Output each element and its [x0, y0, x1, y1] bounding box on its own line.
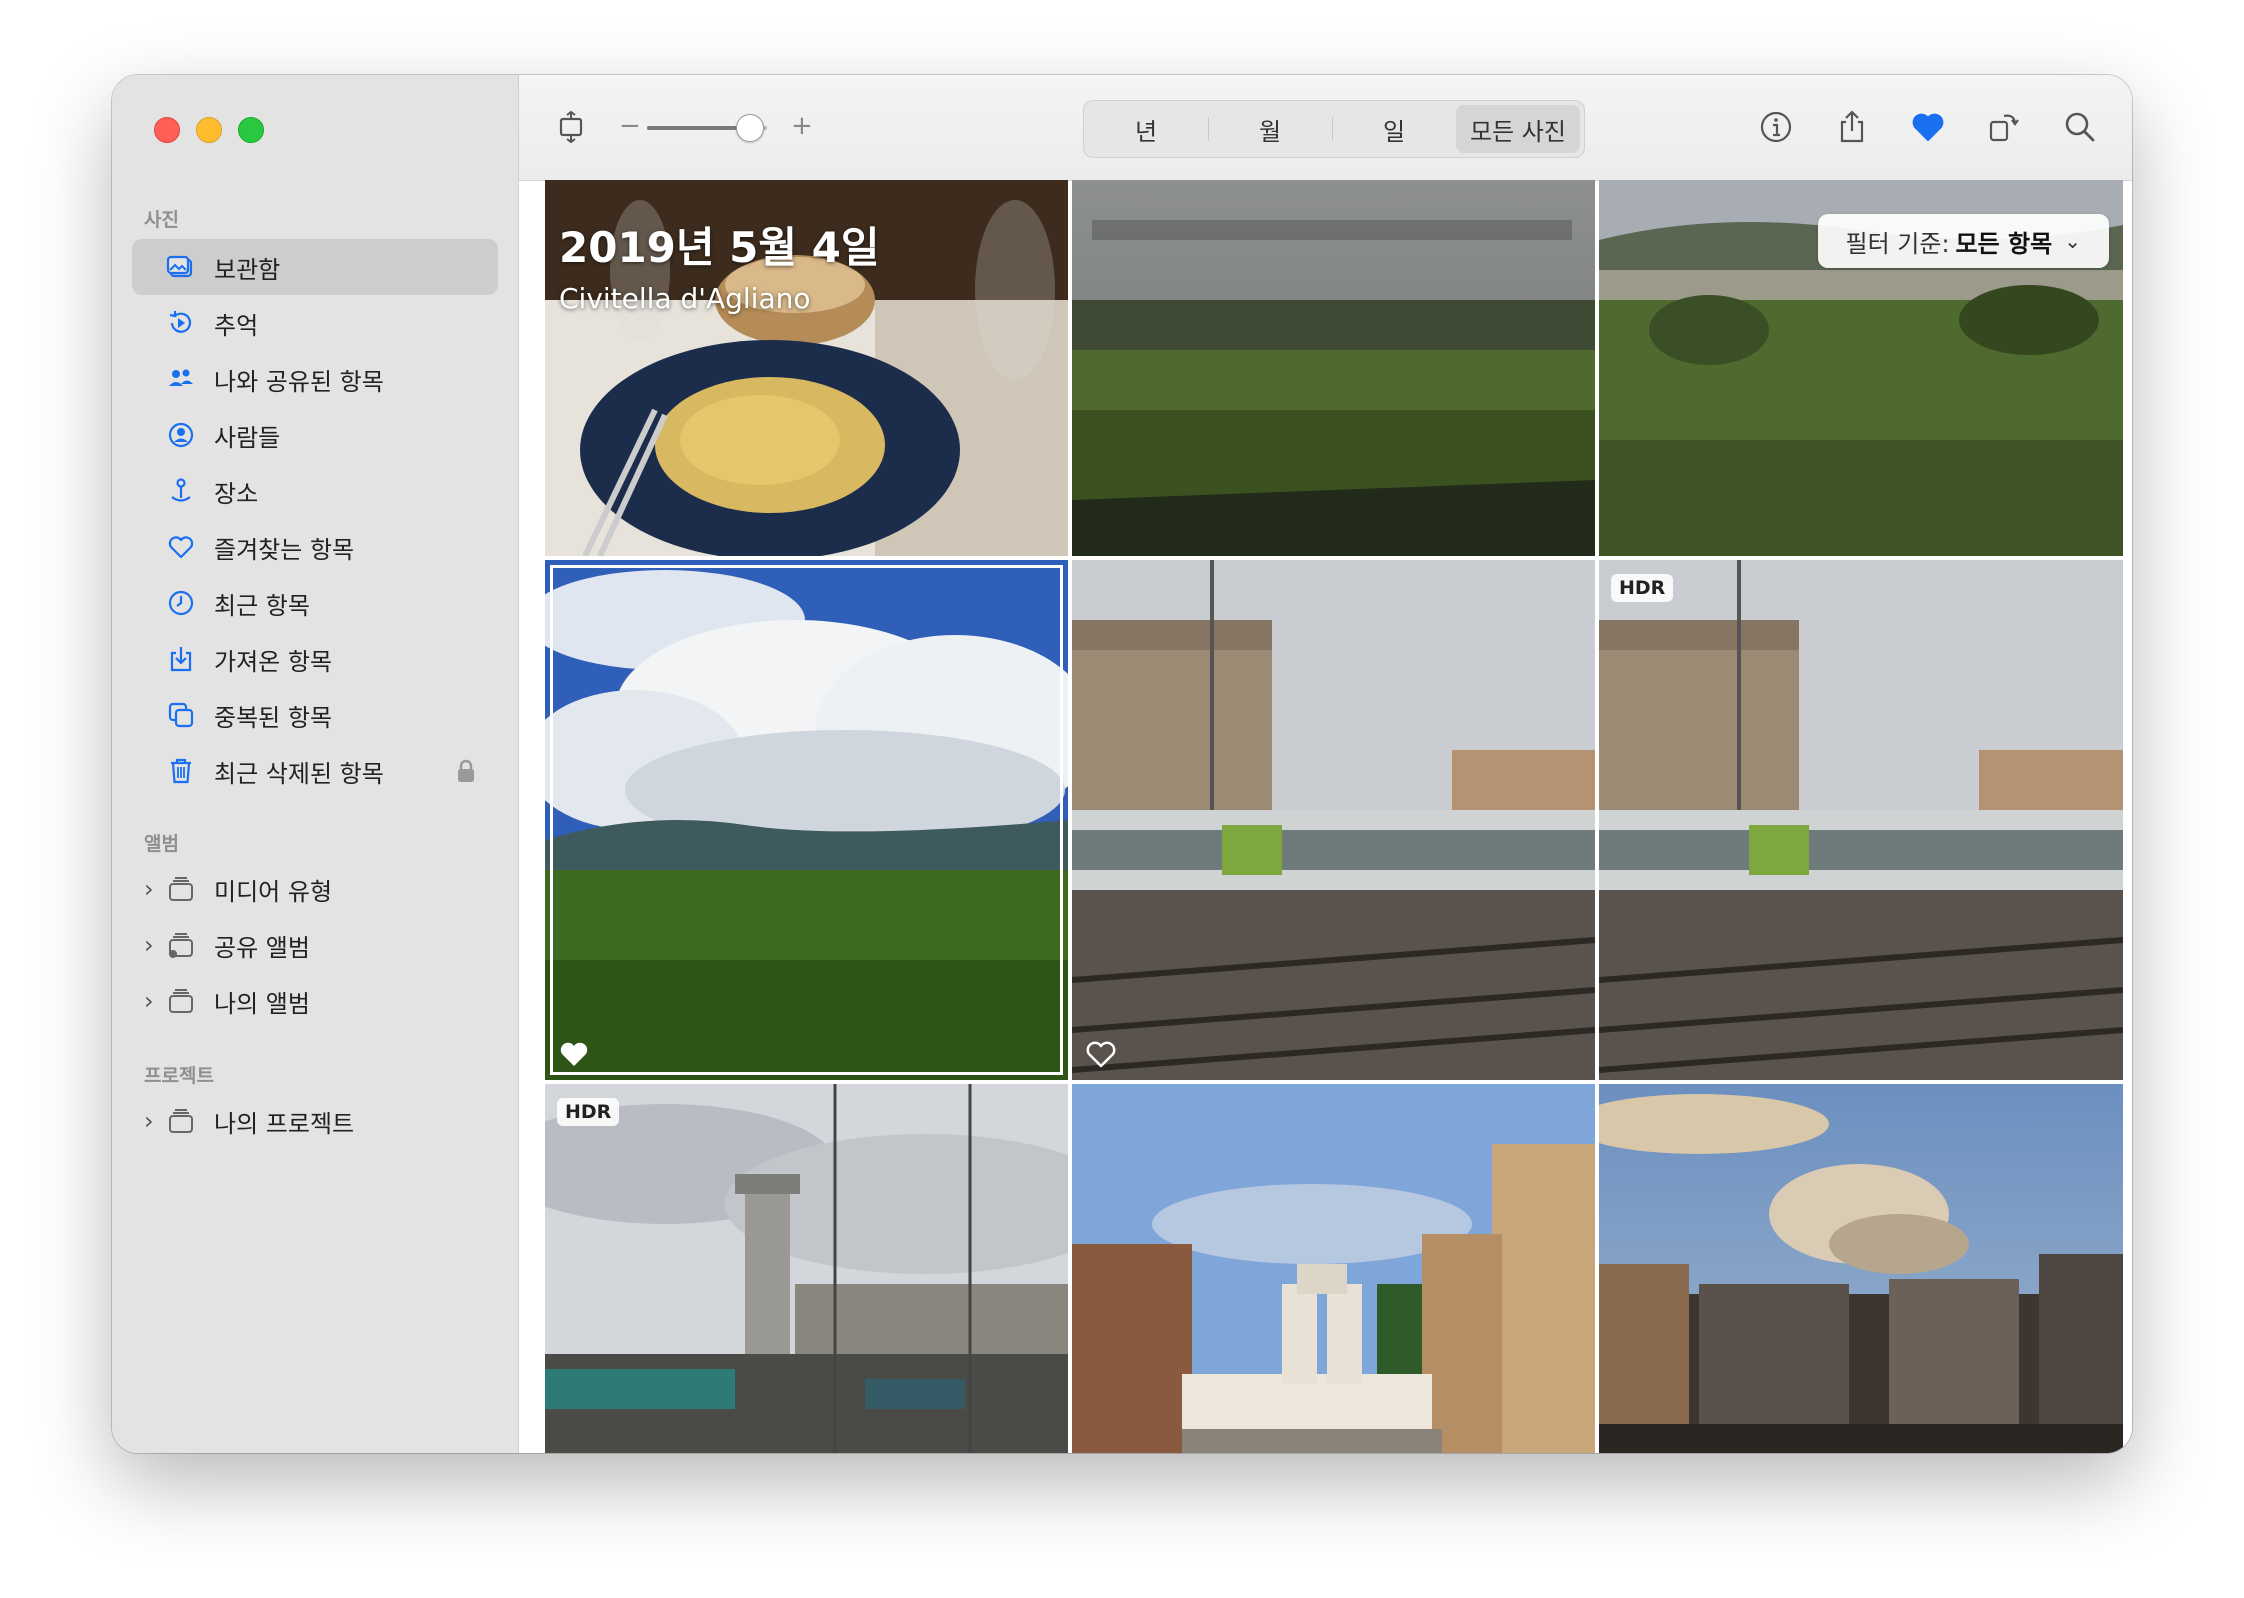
filter-dropdown[interactable]: 필터 기준: 모든 항목 ⌄ [1817, 214, 2109, 268]
album-stack-icon [164, 984, 198, 1018]
view-segmented-control: 년 월 일 모든 사진 [1083, 100, 1585, 158]
share-icon[interactable] [1830, 105, 1874, 149]
sidebar-item-label: 사람들 [214, 423, 281, 452]
close-button[interactable] [154, 117, 180, 143]
photo-train-window-field [1072, 180, 1595, 556]
sidebar-item-label: 공유 앨범 [214, 933, 310, 962]
shared-album-icon [164, 928, 198, 962]
sidebar-item-library[interactable]: 보관함 [132, 239, 498, 295]
date-title: 2019년 5월 4일 [559, 223, 880, 272]
duplicates-icon [164, 698, 198, 732]
toolbar: − + 년 월 일 모든 사진 [519, 75, 2132, 181]
traffic-lights [154, 117, 264, 143]
recents-clock-icon [164, 586, 198, 620]
sidebar-item-label: 나의 프로젝트 [214, 1109, 355, 1138]
sidebar-item-label: 미디어 유형 [214, 877, 333, 906]
zoom-button[interactable] [238, 117, 264, 143]
photo-thumbnail[interactable] [1072, 180, 1595, 556]
photo-thumbnail[interactable] [1072, 560, 1595, 1080]
zoom-in-button[interactable]: + [791, 111, 813, 141]
sidebar-item-label: 중복된 항목 [214, 703, 333, 732]
zoom-out-button[interactable]: − [619, 111, 641, 141]
sidebar-item-places[interactable]: 장소 [132, 463, 498, 519]
sidebar-item-recents[interactable]: 최근 항목 [132, 575, 498, 631]
chevron-right-icon[interactable]: › [144, 875, 154, 903]
photo-thumbnail-selected[interactable] [545, 560, 1068, 1080]
sidebar-item-label: 장소 [214, 479, 259, 508]
tab-all-photos[interactable]: 모든 사진 [1456, 105, 1580, 153]
imports-icon [164, 642, 198, 676]
sidebar-item-label: 최근 삭제된 항목 [214, 759, 384, 788]
aspect-ratio-toggle-icon[interactable] [549, 105, 593, 149]
sidebar-item-people[interactable]: 사람들 [132, 407, 498, 463]
sidebar-item-label: 보관함 [214, 255, 281, 284]
chevron-right-icon[interactable]: › [144, 987, 154, 1015]
lock-icon [458, 759, 474, 782]
sidebar-item-duplicates[interactable]: 중복된 항목 [132, 687, 498, 743]
photo-spanish-steps [1072, 1084, 1595, 1453]
sidebar-item-favorites[interactable]: 즐겨찾는 항목 [132, 519, 498, 575]
favorites-heart-icon [164, 530, 198, 564]
sidebar-item-my-projects[interactable]: › 나의 프로젝트 [132, 1093, 498, 1149]
tab-days[interactable]: 일 [1332, 105, 1456, 153]
trash-icon [164, 754, 198, 788]
minimize-button[interactable] [196, 117, 222, 143]
photo-station-trains [1072, 560, 1595, 1080]
zoom-slider-knob[interactable] [736, 114, 764, 142]
shared-with-you-icon [164, 362, 198, 396]
photo-rome-rooftops [1599, 1084, 2123, 1453]
memories-icon [164, 306, 198, 340]
photo-thumbnail[interactable]: HDR [1599, 560, 2123, 1080]
sidebar-item-label: 나의 앨범 [214, 989, 310, 1018]
sidebar-item-label: 나와 공유된 항목 [214, 367, 384, 396]
sidebar-item-media-types[interactable]: › 미디어 유형 [132, 861, 498, 917]
filter-label: 필터 기준: [1845, 229, 1950, 258]
section-label-photos: 사진 [144, 209, 179, 231]
photo-thumbnail[interactable] [1072, 1084, 1595, 1453]
people-icon [164, 418, 198, 452]
favorite-heart-icon[interactable] [1086, 1040, 1116, 1068]
sidebar-item-recently-deleted[interactable]: 최근 삭제된 항목 [132, 743, 498, 799]
photo-clouds-landscape [545, 560, 1068, 1080]
photo-thumbnail[interactable] [1599, 1084, 2123, 1453]
filter-value: 모든 항목 [1955, 229, 2053, 258]
tab-months[interactable]: 월 [1208, 105, 1332, 153]
info-icon[interactable] [1754, 105, 1798, 149]
favorite-heart-icon[interactable] [559, 1040, 589, 1068]
photo-station-trains-hdr [1599, 560, 2123, 1080]
album-stack-icon [164, 1104, 198, 1138]
sidebar-item-label: 추억 [214, 311, 259, 340]
sidebar-item-memories[interactable]: 추억 [132, 295, 498, 351]
chevron-down-icon: ⌄ [2064, 229, 2081, 253]
section-label-projects: 프로젝트 [144, 1065, 214, 1087]
hdr-badge: HDR [557, 1098, 620, 1126]
sidebar-item-shared-albums[interactable]: › 공유 앨범 [132, 917, 498, 973]
hdr-badge: HDR [1611, 574, 1674, 602]
sidebar: 사진 보관함 추억 나와 공유된 항목 사람들 장소 즐겨찾는 항목 최근 항목… [112, 75, 519, 1453]
location-subtitle[interactable]: Civitella d'Agliano [559, 282, 811, 315]
sidebar-item-label: 즐겨찾는 항목 [214, 535, 355, 564]
photo-thumbnail[interactable]: 필터 기준: 모든 항목 ⌄ [1599, 180, 2123, 556]
main-content: − + 년 월 일 모든 사진 2019년 5월 4일 Civitella d'… [519, 75, 2132, 1453]
photo-thumbnail[interactable]: HDR [545, 1084, 1068, 1453]
sidebar-item-label: 가져온 항목 [214, 647, 333, 676]
rotate-icon[interactable] [1982, 105, 2026, 149]
library-icon [164, 250, 198, 284]
photo-rail-yard-tower [545, 1084, 1068, 1453]
sidebar-item-imports[interactable]: 가져온 항목 [132, 631, 498, 687]
chevron-right-icon[interactable]: › [144, 1107, 154, 1135]
chevron-right-icon[interactable]: › [144, 931, 154, 959]
favorite-heart-icon[interactable] [1906, 105, 1950, 149]
album-stack-icon [164, 872, 198, 906]
section-label-albums: 앨범 [144, 833, 179, 855]
sidebar-item-my-albums[interactable]: › 나의 앨범 [132, 973, 498, 1029]
search-icon[interactable] [2058, 105, 2102, 149]
sidebar-item-label: 최근 항목 [214, 591, 310, 620]
places-icon [164, 474, 198, 508]
photo-grid: 2019년 5월 4일 Civitella d'Agliano 필터 기준: 모… [545, 180, 2123, 1453]
tab-years[interactable]: 년 [1084, 105, 1208, 153]
sidebar-item-shared-with-you[interactable]: 나와 공유된 항목 [132, 351, 498, 407]
photo-thumbnail[interactable]: 2019년 5월 4일 Civitella d'Agliano [545, 180, 1068, 556]
photos-window: 사진 보관함 추억 나와 공유된 항목 사람들 장소 즐겨찾는 항목 최근 항목… [112, 75, 2132, 1453]
